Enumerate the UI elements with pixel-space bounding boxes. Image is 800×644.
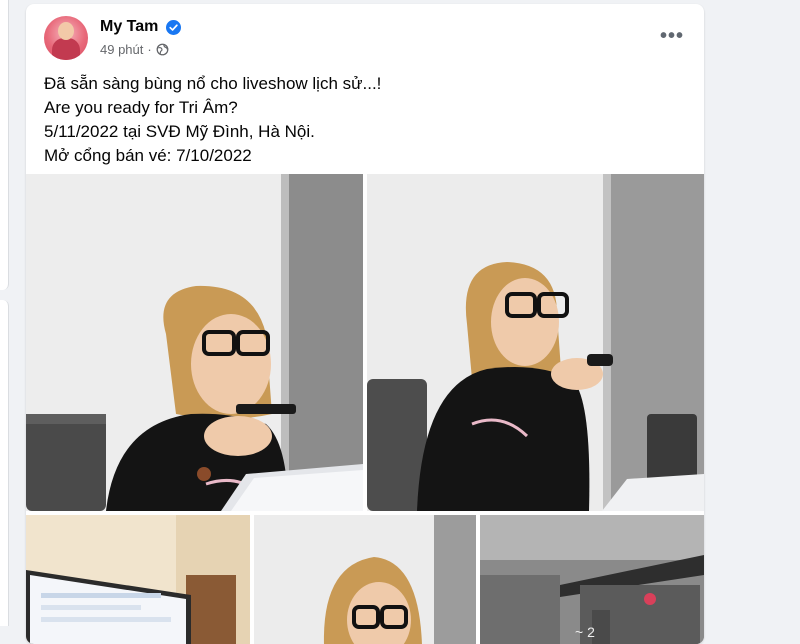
post-photo-1[interactable] (26, 174, 363, 511)
avatar-body (52, 38, 80, 60)
post-photo-2[interactable] (367, 174, 704, 511)
post-photo-4[interactable] (254, 515, 476, 644)
verified-badge-icon (166, 20, 181, 35)
post-photo-3[interactable] (26, 515, 250, 644)
caption-line: 5/11/2022 tại SVĐ Mỹ Đình, Hà Nội. (44, 122, 315, 141)
post-caption: Đã sẵn sàng bùng nổ cho liveshow lịch sử… (44, 72, 684, 168)
left-card-edge-top (0, 0, 9, 290)
author-name[interactable]: My Tam (100, 18, 158, 36)
post-card: My Tam 49 phút · ••• Đã sẵn sàng bùng nổ… (26, 4, 704, 644)
avatar-face (58, 22, 74, 40)
post-meta: 49 phút · (100, 42, 169, 57)
left-card-edge-bottom (0, 300, 9, 626)
caption-line: Đã sẵn sàng bùng nổ cho liveshow lịch sử… (44, 74, 382, 93)
meta-separator: · (147, 42, 152, 57)
globe-icon[interactable] (156, 43, 169, 56)
caption-line: Mở cổng bán vé: 7/10/2022 (44, 146, 252, 165)
post-photo-5[interactable]: ~ 2 (480, 515, 704, 644)
post-time[interactable]: 49 phút (100, 42, 143, 57)
svg-text:~ 2: ~ 2 (575, 624, 595, 640)
author-avatar[interactable] (44, 16, 88, 60)
more-options-icon[interactable]: ••• (660, 24, 684, 48)
photo-grid: ~ 2 (26, 174, 704, 644)
caption-line: Are you ready for Tri Âm? (44, 98, 238, 117)
